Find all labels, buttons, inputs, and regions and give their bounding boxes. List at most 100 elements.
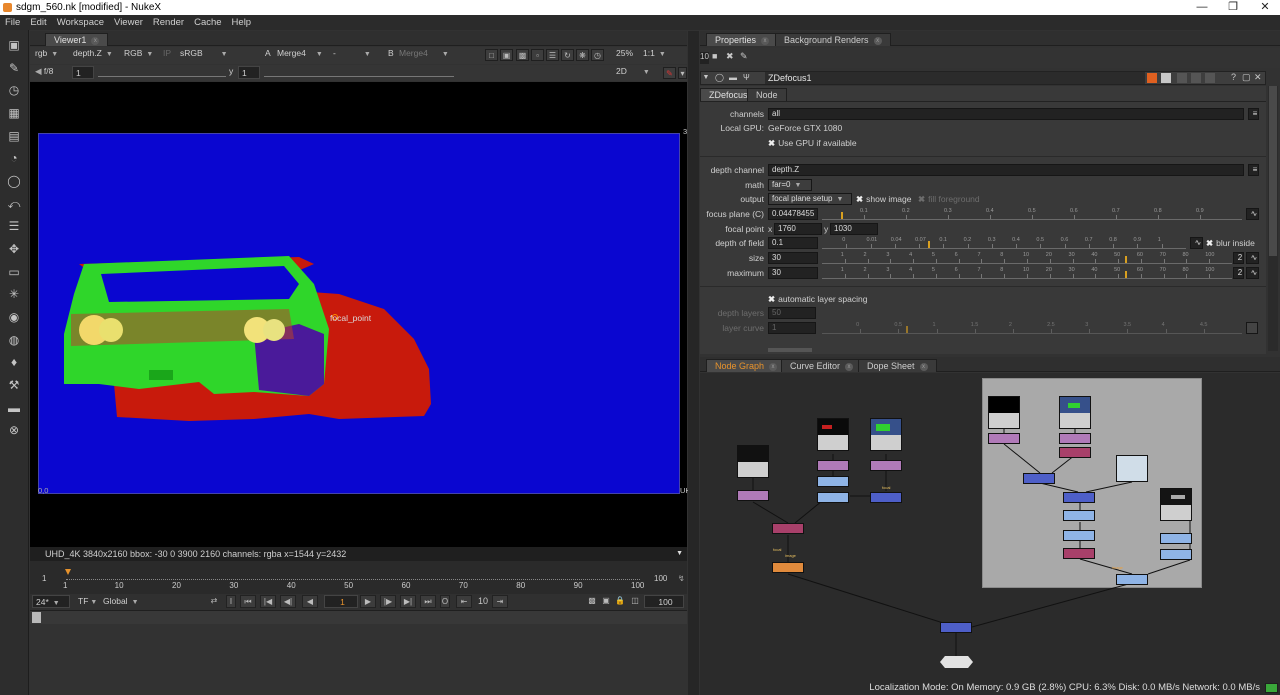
use-gpu-checkbox[interactable]: ✖ Use GPU if available [768,137,857,150]
compare-dropdown[interactable]: - ▼ [330,47,378,60]
tab-dope-sheet[interactable]: Dope Sheet x [858,359,937,372]
timeline-ruler[interactable] [66,571,640,580]
channels-dropdown[interactable]: rgb ▼ [32,47,66,60]
target-icon[interactable]: ❋ [576,49,589,61]
float-icon[interactable]: ▢ [1242,72,1251,83]
deep-icon[interactable]: ◉ [6,310,22,324]
skip-back-icon[interactable]: ⇤ [456,595,472,608]
gain-slider[interactable] [98,68,226,77]
filter-node[interactable] [1160,549,1192,560]
transform-node[interactable] [988,433,1020,444]
filter-node[interactable] [817,476,849,487]
skip-value[interactable]: 10 [478,596,488,606]
blur-inside-checkbox[interactable]: ✖ blur inside [1206,237,1255,250]
zdefocus-node[interactable] [772,523,804,534]
channels-dropdown[interactable]: all [768,108,1244,120]
layers-icon[interactable]: ☰ [6,219,22,233]
read-node[interactable] [1059,413,1091,429]
lut-dropdown[interactable]: sRGB ▼ [177,47,228,60]
clock-icon[interactable]: ◷ [591,49,604,61]
revert-icon[interactable] [1177,73,1187,83]
merge-node[interactable] [940,622,972,633]
timeline-menu-icon[interactable]: ↯ [678,574,685,583]
gain-field[interactable]: 1 [72,66,94,79]
fps-dropdown[interactable]: 24* ▼ [32,595,70,608]
other-icon[interactable]: ▬ [6,401,22,415]
auto-layer-checkbox[interactable]: ✖ automatic layer spacing [768,293,867,306]
next-keyframe-icon[interactable]: ▶| [400,595,416,608]
close-icon[interactable]: x [769,362,778,371]
animation-icon[interactable]: ∿ [1246,252,1259,264]
loop-icon[interactable]: ⇄ [206,595,222,608]
image-icon[interactable]: ▣ [6,38,22,52]
focal-x-field[interactable]: 1760 [774,223,822,235]
lock-panel-icon[interactable]: ■ [712,51,717,61]
pane-divider[interactable] [688,31,699,695]
filter-node[interactable] [1116,574,1148,585]
maximum-field[interactable]: 30 [768,267,818,279]
depth-channel-dropdown[interactable]: depth.Z [768,164,1244,176]
info-dropdown-icon[interactable]: ▼ [676,547,683,561]
close-icon[interactable]: x [873,36,882,45]
read-node-thumbnail[interactable] [988,396,1020,414]
ip-toggle[interactable]: IP [160,47,174,60]
output-dropdown[interactable]: focal plane setup ▼ [768,193,852,205]
play-forward-icon[interactable]: ▶ [360,595,376,608]
read-node[interactable] [870,435,902,451]
input-b-dropdown[interactable]: Merge4 ▼ [396,47,456,60]
read-node[interactable] [817,435,849,451]
fstop-control[interactable]: ◀ f/8 [32,65,68,78]
size-slider[interactable]: 1 2 3 4 5 6 7 8 10 20 30 40 50 60 70 80 100 [822,252,1232,264]
merge-icon[interactable]: ⤺ [6,197,22,211]
animation-icon[interactable]: ∿ [1246,208,1259,220]
channel-icon[interactable]: ▦ [6,106,22,120]
tab-background-renders[interactable]: Background Renders x [775,33,891,46]
tab-node-graph[interactable]: Node Graph x [706,359,787,372]
read-node-thumbnail[interactable] [870,418,902,436]
roi-icon[interactable]: □ [485,49,498,61]
in-point-icon[interactable]: I [226,595,236,608]
node-input-icon[interactable] [1191,73,1201,83]
keyer-icon[interactable]: ◯ [6,174,22,188]
depth-menu-icon[interactable]: ≡ [1248,164,1259,176]
filter-node[interactable] [1063,510,1095,521]
metadata-icon[interactable]: ♦ [6,355,22,369]
menu-workspace[interactable]: Workspace [52,15,109,30]
views-icon[interactable]: ◍ [6,333,22,347]
out-point-icon[interactable]: O [440,595,450,608]
layer-curve-field[interactable]: 1 [768,322,816,334]
node-help-icon[interactable]: Ψ [743,73,750,82]
tf-dropdown[interactable]: TF ▼ [75,595,97,608]
max-panels-field[interactable]: 10 [700,52,709,64]
zoom-dropdown[interactable]: 25% [613,47,637,60]
write-node[interactable] [772,562,804,573]
close-icon[interactable]: x [761,36,770,45]
close-icon[interactable]: x [91,36,100,45]
float-panel-icon[interactable]: ✎ [740,51,748,62]
focus-plane-field[interactable]: 0.04478455 [768,208,818,220]
skip-forward-icon[interactable]: ⇥ [492,595,508,608]
animation-icon[interactable]: ∿ [1246,267,1259,279]
refresh-icon[interactable]: ↻ [561,49,574,61]
viewer-node[interactable] [940,656,973,668]
tab-node[interactable]: Node [747,88,787,101]
pick-icon[interactable]: ✎ [663,67,676,79]
tab-viewer1[interactable]: Viewer1 x [45,33,109,46]
menu-render[interactable]: Render [148,15,189,30]
minimize-icon[interactable]: — [1187,0,1217,15]
node-font-icon[interactable]: ▬ [729,73,737,82]
dof-field[interactable]: 0.1 [768,237,818,249]
read-node-thumbnail[interactable] [817,418,849,436]
draw-icon[interactable]: ✎ [6,61,22,75]
focal-y-field[interactable]: 1030 [830,223,878,235]
merge-node[interactable] [1023,473,1055,484]
collapse-icon[interactable]: ▼ [701,72,711,84]
gamma-slider[interactable] [264,68,454,77]
end-frame-field[interactable]: 100 [644,595,684,608]
step-back-icon[interactable]: ◀| [280,595,296,608]
lines-icon[interactable]: ☰ [546,49,559,61]
depth-layers-field[interactable]: 50 [768,307,816,319]
scrollbar-thumb[interactable] [1269,86,1277,256]
range-dropdown[interactable]: Global ▼ [100,595,144,608]
mask-icon[interactable]: ▣ [500,49,513,61]
